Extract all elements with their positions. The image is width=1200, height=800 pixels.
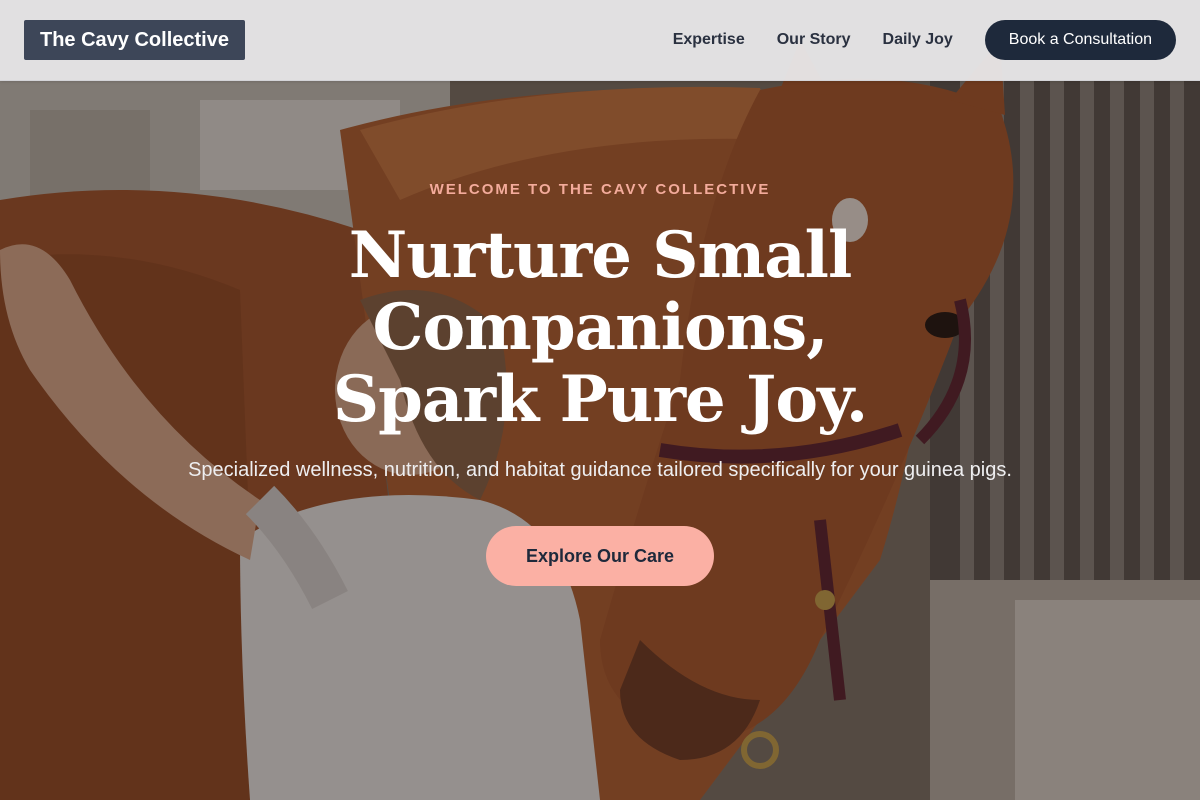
hero-section: WELCOME TO THE CAVY COLLECTIVE Nurture S… [150,176,1050,586]
site-header: The Cavy Collective Expertise Our Story … [0,0,1200,81]
nav-link-our-story[interactable]: Our Story [777,31,851,49]
hero-headline-line: Companions, [372,290,829,365]
hero-headline-line: Nurture Small [348,218,853,293]
hero-subtitle: Specialized wellness, nutrition, and hab… [188,459,1012,481]
site-logo[interactable]: The Cavy Collective [24,20,245,60]
book-consultation-button[interactable]: Book a Consultation [984,20,1176,60]
explore-our-care-button[interactable]: Explore Our Care [485,526,715,586]
nav-link-expertise[interactable]: Expertise [673,31,745,49]
hero-eyebrow: WELCOME TO THE CAVY COLLECTIVE [429,181,771,198]
hero-headline-line: Spark Pure Joy. [332,362,868,437]
hero-headline: Nurture Small Companions, Spark Pure Joy… [150,220,1050,436]
main-navigation: Expertise Our Story Daily Joy Book a Con… [673,20,1176,60]
nav-link-daily-joy[interactable]: Daily Joy [883,31,953,49]
